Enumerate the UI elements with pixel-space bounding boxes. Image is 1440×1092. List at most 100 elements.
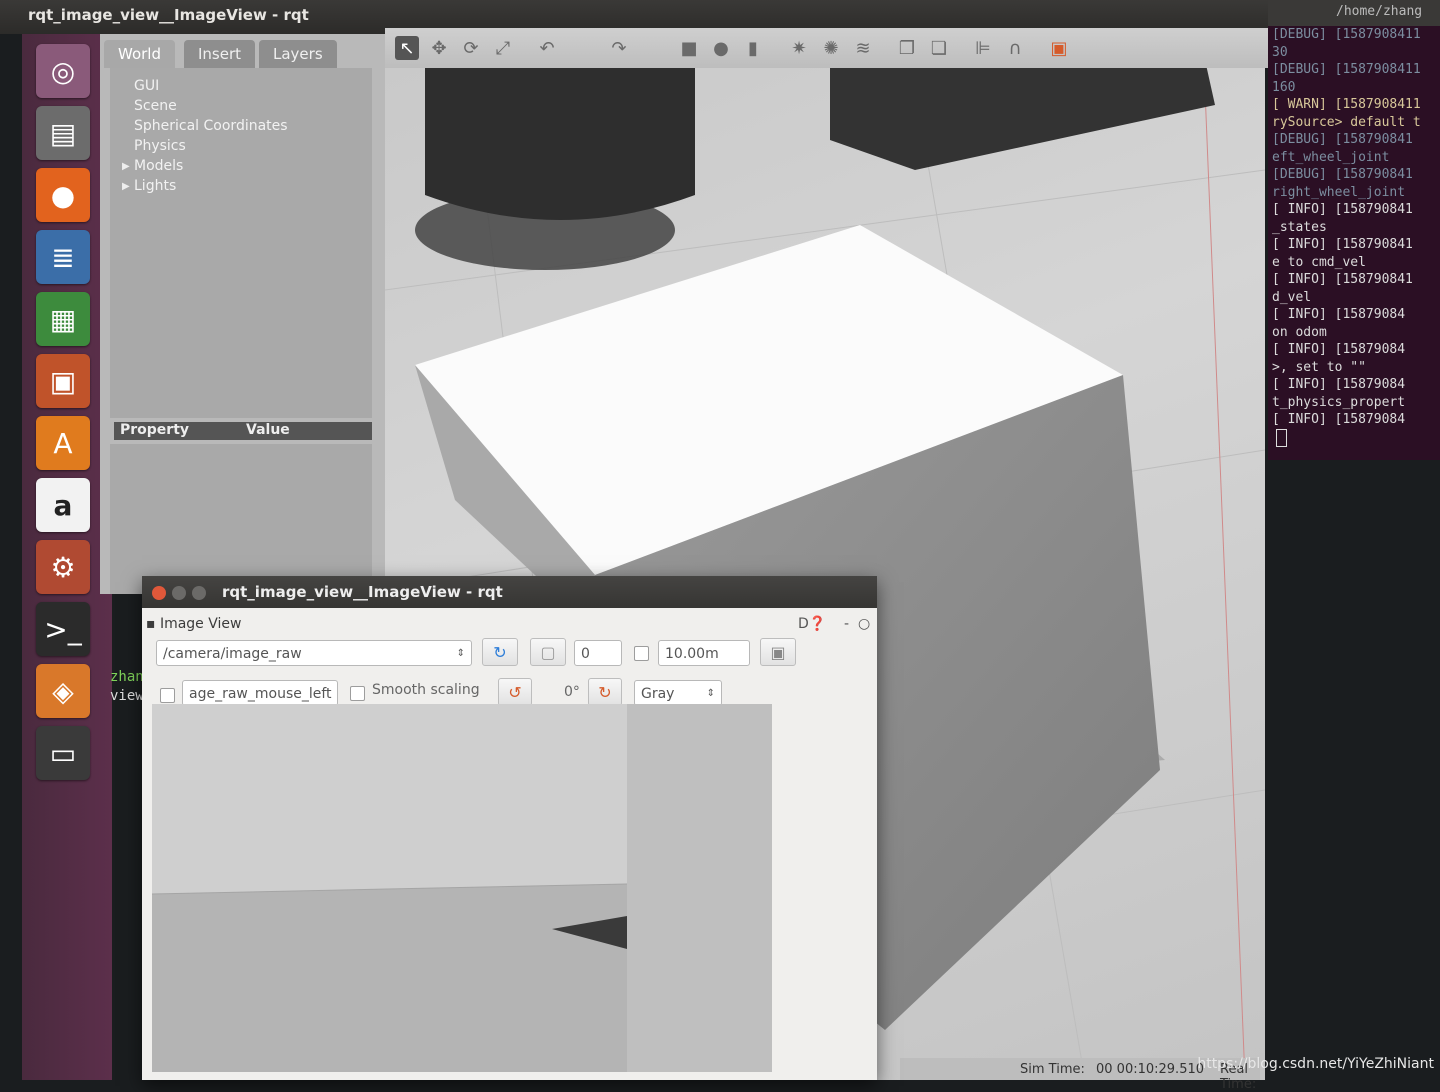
tree-item-spherical[interactable]: Spherical Coordinates bbox=[134, 118, 288, 134]
amazon-icon[interactable]: a bbox=[36, 478, 90, 532]
tree-item-models[interactable]: Models bbox=[134, 158, 183, 174]
directional-light-icon[interactable]: ≋ bbox=[851, 36, 875, 60]
expand-arrow-icon[interactable]: ▶ bbox=[122, 161, 130, 172]
copy-icon[interactable]: ❐ bbox=[895, 36, 919, 60]
terminal-fragment: zhan view bbox=[110, 668, 144, 706]
translate-mode-icon[interactable]: ✥ bbox=[427, 36, 451, 60]
save-image-button[interactable]: ▣ bbox=[760, 638, 796, 666]
settings-icon[interactable]: ⚙ bbox=[36, 540, 90, 594]
property-body bbox=[110, 444, 372, 594]
rotation-label: 0° bbox=[564, 684, 580, 700]
terminal-line: [ INFO] [158790841 bbox=[1272, 272, 1413, 287]
writer-icon[interactable]: ≣ bbox=[36, 230, 90, 284]
refresh-icon: ↻ bbox=[493, 642, 507, 662]
zoom-button[interactable]: ▢ bbox=[530, 638, 566, 666]
tree-item-lights[interactable]: Lights bbox=[134, 178, 176, 194]
redo-icon[interactable]: ↷ bbox=[607, 36, 631, 60]
terminal-window[interactable]: /home/zhang [DEBUG] [1587908411 30 [DEBUG]… bbox=[1268, 0, 1440, 460]
max-range-spinbox[interactable]: 10.00m bbox=[658, 640, 750, 666]
screenshot-icon[interactable]: ▣ bbox=[1047, 36, 1071, 60]
terminal-line: [ INFO] [15879084 bbox=[1272, 377, 1406, 392]
value-col: Value bbox=[246, 422, 290, 438]
publish-click-checkbox[interactable] bbox=[160, 688, 175, 703]
tab-world[interactable]: World bbox=[104, 40, 175, 68]
sim-time-value: 00 00:10:29.510 bbox=[1096, 1062, 1205, 1077]
select-mode-icon[interactable]: ↖ bbox=[395, 36, 419, 60]
close-plugin-icon[interactable]: ○ bbox=[858, 616, 870, 632]
terminal-line: [DEBUG] [1587908411 bbox=[1272, 27, 1421, 42]
spot-light-icon[interactable]: ✺ bbox=[819, 36, 843, 60]
maximize-icon[interactable] bbox=[192, 586, 206, 600]
property-header: Property Value bbox=[114, 422, 372, 440]
tree-item-gui[interactable]: GUI bbox=[134, 78, 159, 94]
terminal-line: [ INFO] [15879084 bbox=[1272, 342, 1406, 357]
min-value-spinbox[interactable]: 0 bbox=[574, 640, 622, 666]
gazebo-toolbar: ↖ ✥ ⟳ ⤢ ↶ ↷ ■ ● ▮ ✷ ✺ ≋ ❐ ❏ ⊫ ∩ ▣ bbox=[385, 28, 1275, 68]
terminal-titlebar: /home/zhang bbox=[1268, 0, 1440, 26]
camera-frame bbox=[152, 704, 772, 1072]
watermark-text: https://blog.csdn.net/YiYeZhiNiant bbox=[1197, 1056, 1434, 1072]
tree-item-physics[interactable]: Physics bbox=[134, 138, 186, 154]
minimize-plugin-icon[interactable]: - bbox=[844, 616, 849, 632]
terminal-line: [ INFO] [158790841 bbox=[1272, 202, 1413, 217]
ubuntu-dash-icon[interactable]: ◎ bbox=[36, 44, 90, 98]
files-icon[interactable]: ▤ bbox=[36, 106, 90, 160]
help-button[interactable]: D❓ bbox=[798, 616, 826, 632]
rotate-left-icon: ↺ bbox=[508, 682, 522, 702]
colormap-select[interactable]: Gray ⇕ bbox=[634, 680, 722, 706]
refresh-button[interactable]: ↻ bbox=[482, 638, 518, 666]
prompt-cmd: view bbox=[110, 688, 144, 704]
scale-mode-icon[interactable]: ⤢ bbox=[491, 36, 515, 60]
terminal-line: rySource> default t bbox=[1272, 114, 1421, 130]
terminal-output: [DEBUG] [1587908411 30 [DEBUG] [1587908411… bbox=[1268, 26, 1440, 429]
rotate-right-button[interactable]: ↻ bbox=[588, 678, 622, 706]
paste-icon[interactable]: ❏ bbox=[927, 36, 951, 60]
firefox-icon[interactable]: ● bbox=[36, 168, 90, 222]
terminal-line: on odom bbox=[1272, 324, 1327, 340]
save-image-icon: ▣ bbox=[770, 642, 786, 662]
rqt-title: rqt_image_view__ImageView - rqt bbox=[222, 583, 503, 601]
close-icon[interactable] bbox=[152, 586, 166, 600]
gazebo-icon[interactable]: ◈ bbox=[36, 664, 90, 718]
tab-layers[interactable]: Layers bbox=[259, 40, 337, 68]
dropdown-arrow-icon: ⇕ bbox=[456, 648, 465, 659]
impress-icon[interactable]: ▣ bbox=[36, 354, 90, 408]
minimize-icon[interactable] bbox=[172, 586, 186, 600]
terminal-line: [ INFO] [15879084 bbox=[1272, 412, 1406, 427]
terminal-line: >, set to "" bbox=[1272, 359, 1366, 375]
software-center-icon[interactable]: A bbox=[36, 416, 90, 470]
expand-arrow-icon[interactable]: ▶ bbox=[122, 181, 130, 192]
terminal-line: [DEBUG] [158790841 bbox=[1272, 167, 1413, 182]
topic-select[interactable]: /camera/image_raw ⇕ bbox=[156, 640, 472, 666]
tab-insert[interactable]: Insert bbox=[184, 40, 256, 68]
camera-image[interactable] bbox=[152, 704, 772, 1072]
terminal-line: [ INFO] [15879084 bbox=[1272, 307, 1406, 322]
rotate-mode-icon[interactable]: ⟳ bbox=[459, 36, 483, 60]
point-light-icon[interactable]: ✷ bbox=[787, 36, 811, 60]
align-icon[interactable]: ⊫ bbox=[971, 36, 995, 60]
sphere-shape-icon[interactable]: ● bbox=[709, 36, 733, 60]
rqt-image-view-window: rqt_image_view__ImageView - rqt ▪ Image … bbox=[142, 576, 877, 1080]
terminal-line: e to cmd_vel bbox=[1272, 254, 1366, 270]
tree-item-scene[interactable]: Scene bbox=[134, 98, 177, 114]
calc-icon[interactable]: ▦ bbox=[36, 292, 90, 346]
prompt-user: zhan bbox=[110, 669, 144, 685]
snap-icon[interactable]: ∩ bbox=[1003, 36, 1027, 60]
world-tree: GUI Scene Spherical Coordinates Physics … bbox=[110, 68, 372, 418]
max-range-value: 10.00m bbox=[665, 646, 719, 662]
zoom-icon: ▢ bbox=[540, 642, 556, 662]
dynamic-range-checkbox[interactable] bbox=[634, 646, 649, 661]
terminal-line: eft_wheel_joint bbox=[1272, 149, 1390, 165]
box-shape-icon[interactable]: ■ bbox=[677, 36, 701, 60]
smooth-scaling-label: Smooth scaling bbox=[372, 682, 480, 698]
mouse-topic-value: age_raw_mouse_left bbox=[189, 686, 332, 702]
terminal-icon[interactable]: >_ bbox=[36, 602, 90, 656]
rotate-left-button[interactable]: ↺ bbox=[498, 678, 532, 706]
property-col: Property bbox=[120, 422, 190, 438]
smooth-scaling-checkbox[interactable] bbox=[350, 686, 365, 701]
cylinder-shape-icon[interactable]: ▮ bbox=[741, 36, 765, 60]
undo-icon[interactable]: ↶ bbox=[535, 36, 559, 60]
mouse-topic-input[interactable]: age_raw_mouse_left bbox=[182, 680, 338, 706]
terminal-line: d_vel bbox=[1272, 289, 1312, 305]
workspace-icon[interactable]: ▭ bbox=[36, 726, 90, 780]
